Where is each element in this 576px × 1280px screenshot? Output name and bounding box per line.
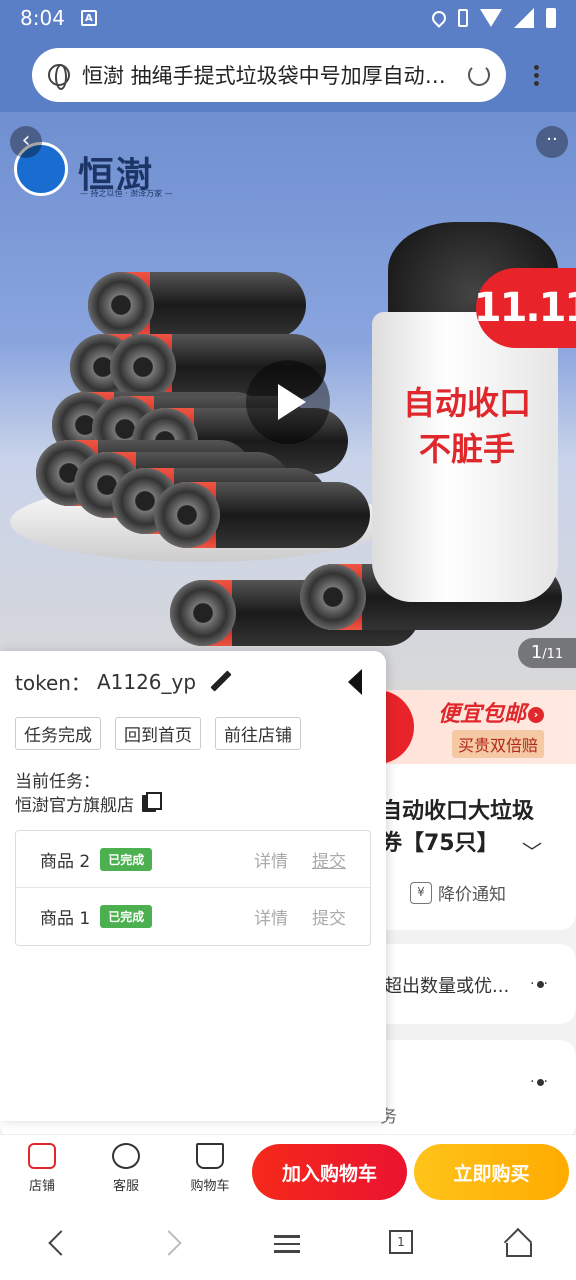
promo-sub-text: 买贵双倍赔 [452,730,545,758]
browser-toolbar: 恒澍 抽绳手提式垃圾袋中号加厚自动收口大垃圾袋 [0,36,576,112]
menu-icon[interactable] [274,1230,302,1258]
image-counter: 1/11 [518,638,576,668]
location-icon [429,8,449,28]
page-title[interactable]: 恒澍 抽绳手提式垃圾袋中号加厚自动收口大垃圾袋 [82,60,456,90]
vibrate-icon [458,9,468,27]
add-to-cart-button[interactable]: 加入购物车 [252,1144,407,1200]
play-video-button[interactable] [246,360,330,444]
signal-icon [514,8,534,28]
price-notify-button[interactable]: ¥ 降价通知 [410,880,506,905]
accessibility-icon: A [80,10,97,26]
task-name: 商品 2 [40,851,91,872]
reload-icon[interactable] [468,64,490,86]
status-bar: 8:04 A [0,0,576,36]
token-label: token： [15,671,91,695]
browser-nav-bar: 1 [0,1206,576,1280]
product-title: 自动收口大垃圾 券【75只】 [380,799,535,856]
coupon-text: 超出数量或优... [384,976,510,997]
address-bar[interactable]: 恒澍 抽绳手提式垃圾袋中号加厚自动收口大垃圾袋 [32,48,506,102]
detail-link[interactable]: 详情 [254,847,288,872]
globe-icon [48,64,70,90]
task-row: 商品 1 已完成 详情 提交 [16,888,370,945]
battery-icon [546,8,556,28]
service-more-icon[interactable]: · · [530,1074,550,1090]
task-row: 商品 2 已完成 详情 提交 [16,831,370,888]
token-row: token： A1126_yp [15,667,232,696]
go-to-shop-button[interactable]: 前往店铺 [215,717,301,750]
task-complete-button[interactable]: 任务完成 [15,717,101,750]
home-icon[interactable] [504,1230,532,1258]
back-home-button[interactable]: 回到首页 [115,717,201,750]
collapse-panel-icon[interactable] [348,669,362,695]
back-icon[interactable] [44,1230,72,1258]
status-badge: 已完成 [100,905,153,928]
product-image-gallery[interactable]: 恒澍 — 持之以恒 · 澍泽万家 — 自动收口不脏手 11.11 ‹ ·· 1/… [0,112,576,690]
submit-link[interactable]: 提交 [312,847,346,872]
task-list: 商品 2 已完成 详情 提交 商品 1 已完成 详情 提交 [15,830,371,946]
back-icon[interactable]: ‹ [10,126,42,158]
coupon-more-icon[interactable]: · · [530,976,550,992]
bin-caption: 自动收口 不脏手 [402,384,531,468]
token-value: A1126_yp [96,669,197,694]
double-eleven-badge: 11.11 [474,268,576,348]
shop-icon [28,1143,56,1169]
bottom-action-bar: 店铺 客服 购物车 加入购物车 立即购买 [0,1134,576,1206]
promo-arrow-icon: › [528,707,545,723]
browser-menu-icon[interactable] [532,62,540,89]
wifi-icon [480,9,502,27]
cart-button[interactable]: 购物车 [180,1141,240,1194]
shop-button[interactable]: 店铺 [12,1141,72,1194]
status-badge: 已完成 [100,847,153,871]
promo-main-text: 便宜包邮 › [438,696,545,728]
forward-icon[interactable] [158,1230,186,1258]
chevron-down-icon[interactable]: ﹀ [522,836,542,865]
customer-service-button[interactable]: 客服 [96,1141,156,1194]
current-task-shop: 恒澍官方旗舰店 [15,791,162,816]
tabs-icon[interactable]: 1 [389,1230,413,1254]
submit-link[interactable]: 提交 [312,904,346,929]
more-icon[interactable]: ·· [536,126,568,158]
buy-now-button[interactable]: 立即购买 [414,1144,569,1200]
yen-icon: ¥ [410,881,432,904]
edit-icon[interactable] [210,671,232,693]
brand-slogan: — 持之以恒 · 澍泽万家 — [80,189,173,198]
task-name: 商品 1 [40,909,91,929]
chat-icon [112,1143,140,1169]
cart-icon [196,1143,224,1169]
panel-button-row: 任务完成 回到首页 前往店铺 [15,717,301,750]
task-panel: token： A1126_yp 任务完成 回到首页 前往店铺 当前任务： 恒澍官… [0,651,386,1121]
status-icons [429,8,556,28]
detail-link[interactable]: 详情 [254,904,288,929]
copy-icon[interactable] [142,792,162,812]
current-task-label: 当前任务： [15,772,100,792]
status-time: 8:04 [20,6,65,30]
